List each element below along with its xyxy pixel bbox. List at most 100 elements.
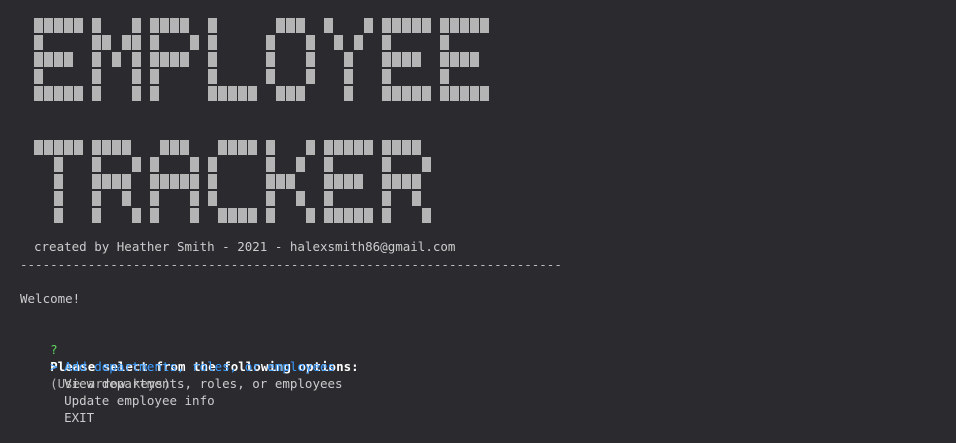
banner-block <box>412 191 421 206</box>
banner-block <box>238 140 247 155</box>
banner-block <box>112 174 121 189</box>
banner-block <box>412 140 421 155</box>
banner-block <box>92 86 101 101</box>
banner-block <box>324 174 333 189</box>
banner-block <box>334 208 343 223</box>
banner-block <box>354 208 363 223</box>
banner-block <box>132 35 141 50</box>
banner-block <box>344 208 353 223</box>
banner-block <box>440 86 449 101</box>
banner-block <box>392 52 401 67</box>
banner-block <box>344 69 353 84</box>
banner-block <box>112 52 121 67</box>
banner-block <box>440 52 449 67</box>
welcome-message: Welcome! <box>20 291 81 306</box>
banner-block <box>450 18 459 33</box>
banner-block <box>92 157 101 172</box>
banner-block <box>170 140 179 155</box>
menu-option-view[interactable]: View departments, roles, or employees <box>20 358 342 391</box>
banner-block <box>64 140 73 155</box>
banner-block <box>450 86 459 101</box>
banner-block <box>382 86 391 101</box>
banner-block <box>150 157 159 172</box>
banner-block <box>286 174 295 189</box>
banner-letter-o <box>266 18 315 101</box>
banner-line <box>34 140 431 223</box>
banner-block <box>170 174 179 189</box>
banner-block <box>102 35 111 50</box>
banner-block <box>402 18 411 33</box>
banner-letter-e <box>324 140 373 223</box>
banner-block <box>190 174 199 189</box>
banner-block <box>392 86 401 101</box>
banner-block <box>324 157 333 172</box>
banner-block <box>132 52 141 67</box>
banner-block <box>218 86 227 101</box>
banner-letter-e <box>34 18 83 101</box>
banner-block <box>34 86 43 101</box>
banner-block <box>208 174 217 189</box>
banner-block <box>218 208 227 223</box>
banner-block <box>440 18 449 33</box>
banner-block <box>440 69 449 84</box>
banner-block <box>382 52 391 67</box>
banner-block <box>150 191 159 206</box>
banner-block <box>54 140 63 155</box>
banner-block <box>54 174 63 189</box>
banner-block <box>122 191 131 206</box>
banner-block <box>180 52 189 67</box>
banner-block <box>334 174 343 189</box>
banner-block <box>190 191 199 206</box>
banner-letter-r <box>92 140 141 223</box>
banner-block <box>364 208 373 223</box>
banner-block <box>170 52 179 67</box>
banner-block <box>382 208 391 223</box>
banner-block <box>92 35 101 50</box>
banner-block <box>422 18 431 33</box>
banner-line <box>34 18 489 101</box>
banner-block <box>344 52 353 67</box>
banner-block <box>54 208 63 223</box>
banner-block <box>92 208 101 223</box>
banner-letter-m <box>92 18 141 101</box>
banner-block <box>190 157 199 172</box>
banner-block <box>392 18 401 33</box>
banner-block <box>266 174 275 189</box>
banner-block <box>412 174 421 189</box>
banner-block <box>480 18 489 33</box>
banner-block <box>306 208 315 223</box>
banner-block <box>354 140 363 155</box>
banner-block <box>160 52 169 67</box>
banner-block <box>266 208 275 223</box>
banner-letter-e <box>440 18 489 101</box>
banner-block <box>382 191 391 206</box>
banner-block <box>306 35 315 50</box>
banner-block <box>208 18 217 33</box>
banner-block <box>382 69 391 84</box>
banner-block <box>440 35 449 50</box>
banner-block <box>160 174 169 189</box>
menu-option-update[interactable]: Update employee info <box>20 375 215 408</box>
banner-block <box>364 18 373 33</box>
menu-option-add[interactable]: > Add departments, roles, or employees <box>20 341 335 374</box>
banner-block <box>54 86 63 101</box>
banner-block <box>266 52 275 67</box>
banner-block <box>92 140 101 155</box>
banner-block <box>412 52 421 67</box>
banner-block <box>266 191 275 206</box>
banner-block <box>382 174 391 189</box>
banner-block <box>238 208 247 223</box>
banner-block <box>248 140 257 155</box>
menu-option-exit[interactable]: EXIT <box>20 392 94 425</box>
banner-block <box>160 18 169 33</box>
banner-block <box>354 35 363 50</box>
banner-block <box>92 69 101 84</box>
banner-block <box>382 18 391 33</box>
banner-block <box>296 191 305 206</box>
banner-block <box>344 140 353 155</box>
banner-block <box>92 174 101 189</box>
banner-block <box>34 140 43 155</box>
banner-block <box>132 157 141 172</box>
banner-block <box>334 140 343 155</box>
banner-block <box>238 86 247 101</box>
